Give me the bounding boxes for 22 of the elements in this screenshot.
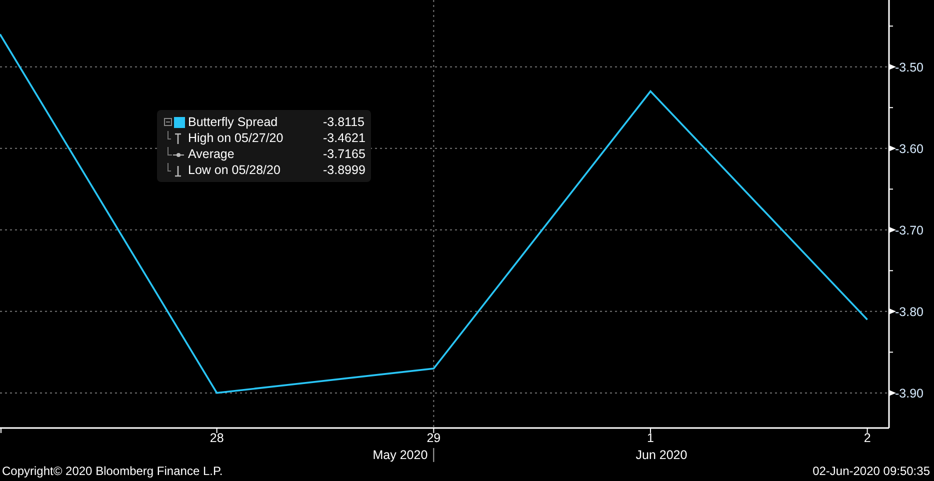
x-tick-label: 28: [210, 431, 224, 445]
legend-label: Average: [188, 146, 236, 162]
legend-value: -3.8999: [323, 162, 366, 178]
y-tick-label: -3.50: [895, 60, 924, 74]
y-tick-label: -3.70: [895, 223, 924, 238]
legend-value: -3.7165: [323, 146, 366, 162]
tree-collapse-icon: [163, 114, 185, 130]
legend-label: Low on 05/28/20: [188, 162, 282, 178]
copyright-text: Copyright© 2020 Bloomberg Finance L.P.: [2, 463, 223, 480]
x-tick-label: 2: [864, 431, 871, 445]
y-tick-label: -3.60: [895, 142, 924, 156]
legend-value: -3.8115: [323, 114, 364, 130]
y-tick-label: -3.80: [895, 304, 924, 319]
legend-label: Butterfly Spread: [188, 114, 279, 130]
x-tick-label: 29: [426, 431, 441, 445]
period-label: Jun 2020: [636, 448, 688, 462]
x-tick-label: 1: [647, 431, 654, 445]
legend-label: High on 05/27/20: [188, 130, 284, 146]
y-tick-label: -3.90: [895, 386, 924, 400]
legend-value: -3.4621: [323, 130, 366, 146]
period-label: May 2020: [372, 448, 428, 462]
timestamp: 02-Jun-2020 09:50:35: [812, 463, 930, 480]
